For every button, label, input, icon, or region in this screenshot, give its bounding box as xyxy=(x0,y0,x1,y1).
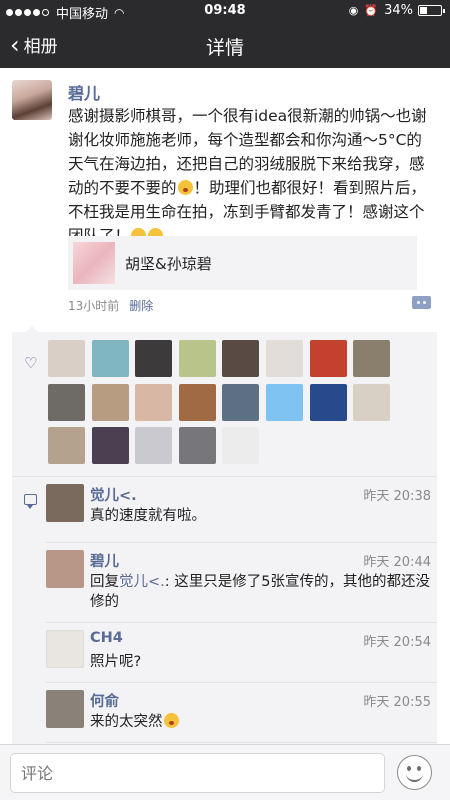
delete-button[interactable]: 删除 xyxy=(129,299,153,313)
alarm-icon: ⏰ xyxy=(364,4,379,17)
page-title: 详情 xyxy=(205,37,244,59)
comment-bar xyxy=(0,744,450,800)
liker-avatar[interactable] xyxy=(91,383,129,421)
liker-avatar[interactable] xyxy=(91,340,129,377)
comment-time: 昨天 20:55 xyxy=(363,695,431,710)
likes-comments-panel: ♡ 觉儿<. 昨天 20:38 真的速度就有啦。 碧儿 昨天 20:44 回复觉… xyxy=(12,326,437,744)
author-avatar[interactable] xyxy=(12,80,52,120)
comment-item[interactable]: 何俞 昨天 20:55 来的太突然 xyxy=(46,682,437,742)
liker-avatar[interactable] xyxy=(265,383,303,421)
comment-item[interactable]: 碧儿 昨天 20:44 回复觉儿<.: 这里只是修了5张宣传的，其他的都还没修的 xyxy=(46,542,437,622)
liker-avatar[interactable] xyxy=(178,383,216,421)
reply-target-name[interactable]: 觉儿<. xyxy=(119,574,165,590)
comment-body: 来的太突然 xyxy=(90,714,163,730)
commenter-name[interactable]: 觉儿<. xyxy=(90,484,137,505)
post-meta: 13小时前 删除 xyxy=(68,297,153,314)
status-bar: 中国移动 ◠ 09:48 ◉ ⏰ 34% xyxy=(0,0,450,22)
liker-avatar[interactable] xyxy=(91,427,129,465)
liker-avatar[interactable] xyxy=(48,427,85,465)
orientation-lock-icon: ◉ xyxy=(348,4,359,17)
comment-input[interactable] xyxy=(10,753,385,793)
post-time: 13小时前 xyxy=(68,299,120,313)
shared-title: 胡坚&孙琼碧 xyxy=(125,254,212,273)
divider xyxy=(46,622,437,623)
comment-time: 昨天 20:38 xyxy=(363,489,431,504)
liker-avatar[interactable] xyxy=(48,383,85,421)
author-name[interactable]: 碧儿 xyxy=(68,80,100,104)
comment-text: 来的太突然 xyxy=(90,712,435,732)
comment-item[interactable]: 觉儿<. 昨天 20:38 真的速度就有啦。 xyxy=(46,478,437,538)
shared-album-link[interactable]: 胡坚&孙琼碧 xyxy=(68,236,417,290)
liker-avatar[interactable] xyxy=(48,340,85,377)
liker-avatar[interactable] xyxy=(178,340,216,377)
liker-avatar[interactable] xyxy=(178,427,216,465)
liker-avatar[interactable] xyxy=(309,383,347,421)
post-text: 感谢摄影师棋哥，一个很有idea很新潮的帅锅～也谢谢化妆师施施老师，每个造型都会… xyxy=(68,104,436,248)
liker-avatar[interactable] xyxy=(222,427,260,465)
commenter-avatar[interactable] xyxy=(46,630,84,668)
liker-avatar[interactable] xyxy=(353,383,391,421)
shared-thumbnail xyxy=(73,242,115,284)
comment-icon xyxy=(24,494,37,509)
liker-avatar[interactable] xyxy=(265,340,303,377)
navigation-bar: ‹ 相册 详情 xyxy=(0,22,450,68)
commenter-name[interactable]: 碧儿 xyxy=(90,550,119,571)
emoji-picker-icon[interactable] xyxy=(397,755,432,790)
comment-text: 回复觉儿<.: 这里只是修了5张宣传的，其他的都还没修的 xyxy=(90,572,435,612)
liker-avatar[interactable] xyxy=(309,340,347,377)
divider xyxy=(46,742,437,743)
divider xyxy=(46,682,437,683)
liker-avatar[interactable] xyxy=(135,340,173,377)
commenter-avatar[interactable] xyxy=(46,484,84,522)
detail-content[interactable]: 碧儿 感谢摄影师棋哥，一个很有idea很新潮的帅锅～也谢谢化妆师施施老师，每个造… xyxy=(0,68,450,744)
liker-avatar[interactable] xyxy=(222,340,260,377)
comment-action-icon[interactable] xyxy=(412,296,431,309)
liker-avatar[interactable] xyxy=(135,383,173,421)
comment-time: 昨天 20:54 xyxy=(363,635,431,650)
divider xyxy=(46,542,437,543)
battery-percent: 34% xyxy=(384,3,413,18)
likes-list xyxy=(48,340,436,471)
grinning-emoji-icon xyxy=(163,713,179,728)
comment-text: 照片呢? xyxy=(90,654,142,670)
comment-time: 昨天 20:44 xyxy=(363,555,431,570)
battery-icon xyxy=(418,5,445,16)
comment-item[interactable]: CH4 昨天 20:54 照片呢? xyxy=(46,622,437,682)
liker-avatar[interactable] xyxy=(135,427,173,465)
commenter-name[interactable]: CH4 xyxy=(90,630,123,646)
liker-avatar[interactable] xyxy=(353,340,391,377)
divider xyxy=(12,476,437,477)
surprised-emoji-icon xyxy=(177,180,193,195)
commenter-name[interactable]: 何俞 xyxy=(90,690,119,711)
commenter-avatar[interactable] xyxy=(46,550,84,588)
reply-prefix: 回复 xyxy=(90,574,119,590)
comment-text: 真的速度就有啦。 xyxy=(90,508,206,524)
liker-avatar[interactable] xyxy=(222,383,260,421)
commenter-avatar[interactable] xyxy=(46,690,84,728)
heart-icon: ♡ xyxy=(24,354,38,372)
